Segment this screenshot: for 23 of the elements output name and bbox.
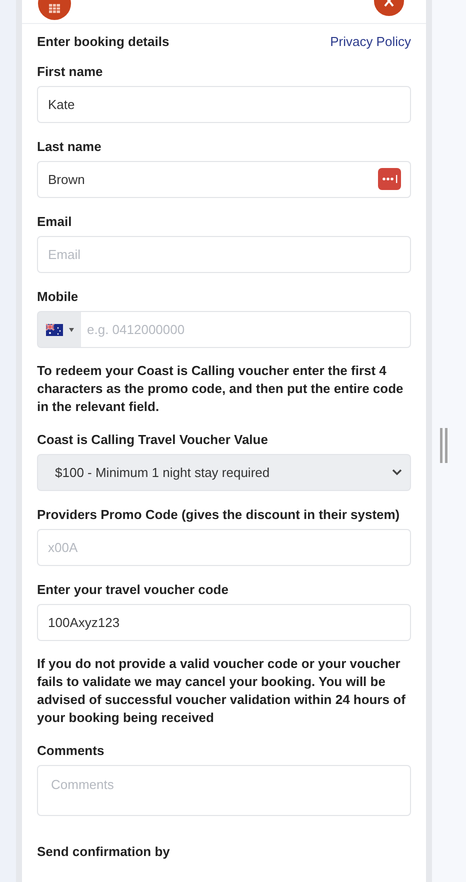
- field-label: Send confirmation by: [37, 843, 171, 861]
- privacy-policy-link[interactable]: Privacy Policy: [330, 33, 411, 51]
- field-label: Comments: [37, 742, 106, 760]
- chevron-down-icon: [392, 469, 402, 476]
- text-field[interactable]: Kate: [37, 86, 411, 123]
- info-text: If you do not provide a valid voucher code or your voucher fails to validate we may cancel your booking. You will be advised of successful voucher validation within 24 hours of your booking being received: [37, 655, 406, 727]
- password-manager-icon[interactable]: [378, 168, 401, 190]
- comments-field[interactable]: Comments: [37, 765, 411, 816]
- field-label: Mobile: [37, 288, 80, 306]
- text-field[interactable]: x00A: [37, 529, 411, 566]
- form-heading: Enter booking details: [37, 33, 170, 51]
- text-field[interactable]: Email: [37, 236, 411, 273]
- field-label: Email: [37, 213, 73, 231]
- text-field[interactable]: Brown: [37, 161, 411, 198]
- text-field[interactable]: 100Axyz123: [37, 604, 411, 641]
- field-label: Providers Promo Code (gives the discount in their system): [37, 506, 401, 524]
- field-label: First name: [37, 63, 104, 81]
- scroll-handle-icon[interactable]: [440, 428, 448, 463]
- field-label: Coast is Calling Travel Voucher Value: [37, 431, 269, 449]
- info-text: To redeem your Coast is Calling voucher enter the first 4 characters as the promo code, and then put the entire code in the relevant field.: [37, 362, 404, 416]
- field-label: Enter your travel voucher code: [37, 581, 230, 599]
- voucher-select[interactable]: $100 - Minimum 1 night stay required: [37, 454, 411, 491]
- field-label: Last name: [37, 138, 102, 156]
